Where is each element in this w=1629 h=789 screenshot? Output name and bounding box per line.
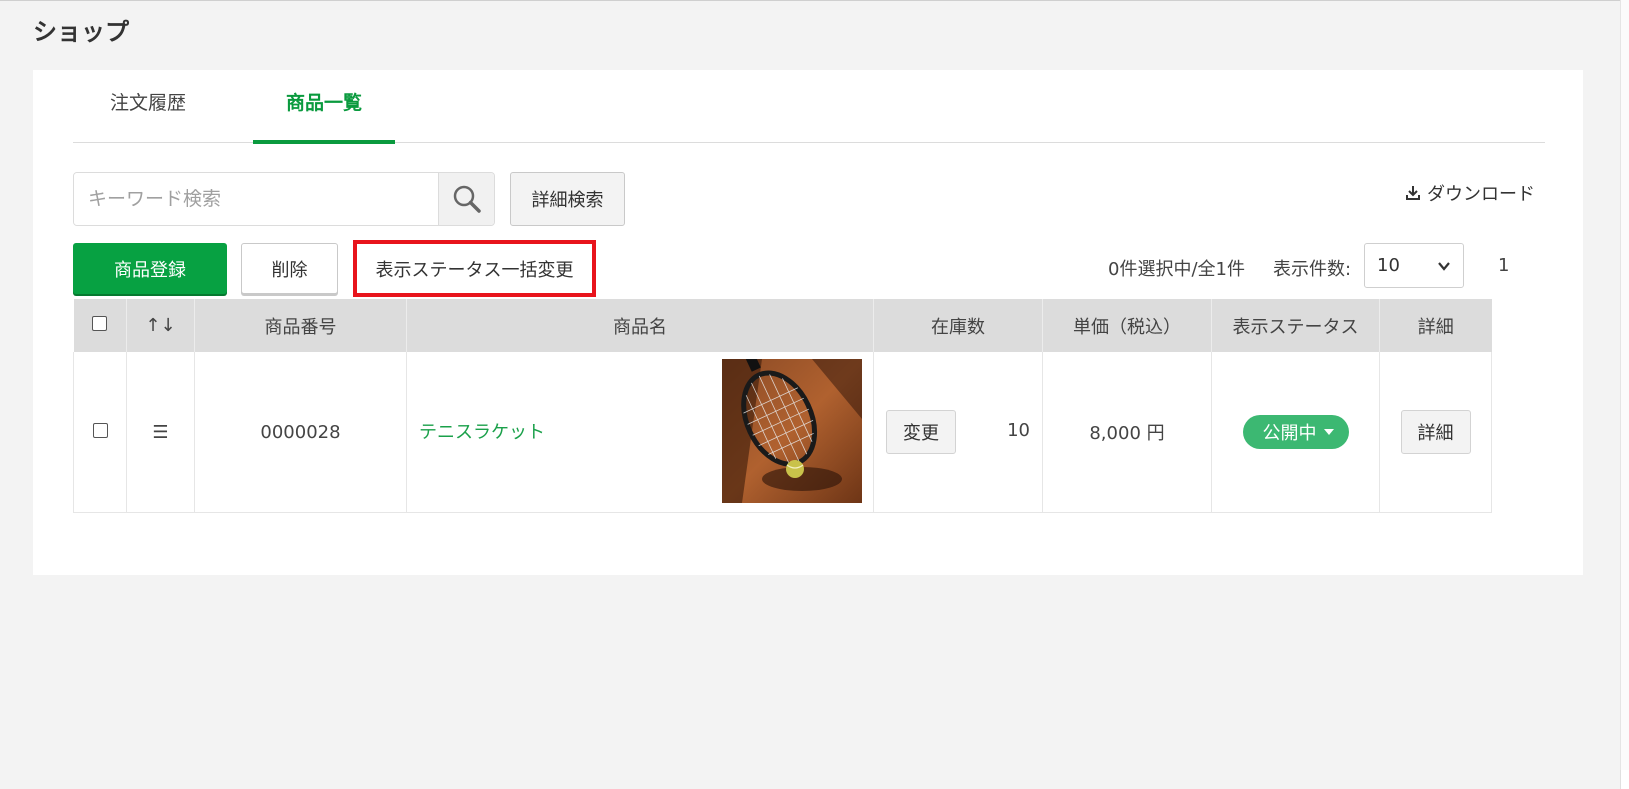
per-page-label: 表示件数: [1273,259,1352,280]
drag-handle-icon[interactable]: ☰ [126,352,195,513]
detail-cell: 詳細 [1379,352,1492,513]
top-border [0,0,1629,1]
download-label: ダウンロード [1427,184,1535,205]
selection-count: 0件選択中/全1件 [1108,259,1245,280]
header-product-name: 商品名 [406,299,874,352]
price-value: 8,000 円 [1042,352,1212,513]
detail-button[interactable]: 詳細 [1400,410,1471,454]
chevron-down-icon [1438,262,1450,271]
table-row: ☰ 0000028 テニスラケット 変更 10 8,000 円 公開中 詳細 [73,352,1492,513]
page-title: ショップ [33,18,129,46]
product-name-cell: テニスラケット [406,352,874,513]
product-thumbnail [722,359,862,503]
delete-button[interactable]: 削除 [241,243,338,294]
page-number[interactable]: 1 [1498,255,1509,276]
product-name-link[interactable]: テニスラケット [419,418,545,444]
search-input[interactable] [74,173,440,225]
product-number: 0000028 [194,352,407,513]
detail-search-button[interactable]: 詳細検索 [510,172,625,226]
register-product-button[interactable]: 商品登録 [73,243,227,294]
tab-order-history[interactable]: 注文履歴 [73,70,223,140]
product-card: 注文履歴 商品一覧 詳細検索 ダウンロード 商品登録 削除 表示ステータス一括変… [33,70,1583,575]
row-select-cell [73,352,127,513]
search-button[interactable] [438,173,494,225]
tab-bar: 注文履歴 商品一覧 [73,70,1545,144]
caret-down-icon [1323,429,1334,435]
status-label: 公開中 [1262,423,1317,444]
header-sort[interactable]: ↑↓ [126,299,195,352]
header-product-number: 商品番号 [194,299,407,352]
product-table: ↑↓ 商品番号 商品名 在庫数 単価（税込） 表示ステータス 詳細 ☰ 0000… [73,299,1492,513]
header-detail: 詳細 [1379,299,1492,352]
stock-cell: 変更 10 [873,352,1043,513]
search-box [73,172,495,226]
download-button[interactable]: ダウンロード [1405,180,1535,206]
select-all-checkbox[interactable] [92,316,108,331]
scrollbar-thumb[interactable] [1620,0,1629,770]
tab-product-list[interactable]: 商品一覧 [253,70,395,144]
bulk-status-change-button[interactable]: 表示ステータス一括変更 [353,240,596,297]
status-badge[interactable]: 公開中 [1242,415,1349,449]
scrollbar[interactable] [1620,0,1629,789]
stock-change-button[interactable]: 変更 [886,410,956,454]
search-icon [453,185,481,213]
per-page-select[interactable]: 10 [1364,243,1464,288]
header-stock: 在庫数 [873,299,1043,352]
row-checkbox[interactable] [92,422,108,438]
header-status: 表示ステータス [1211,299,1380,352]
status-cell: 公開中 [1211,352,1380,513]
header-price: 単価（税込） [1042,299,1212,352]
table-header-row: ↑↓ 商品番号 商品名 在庫数 単価（税込） 表示ステータス 詳細 [73,299,1492,352]
download-icon [1406,186,1420,200]
header-select-all [73,299,127,352]
per-page-value: 10 [1377,255,1400,276]
stock-value: 10 [1007,420,1030,441]
